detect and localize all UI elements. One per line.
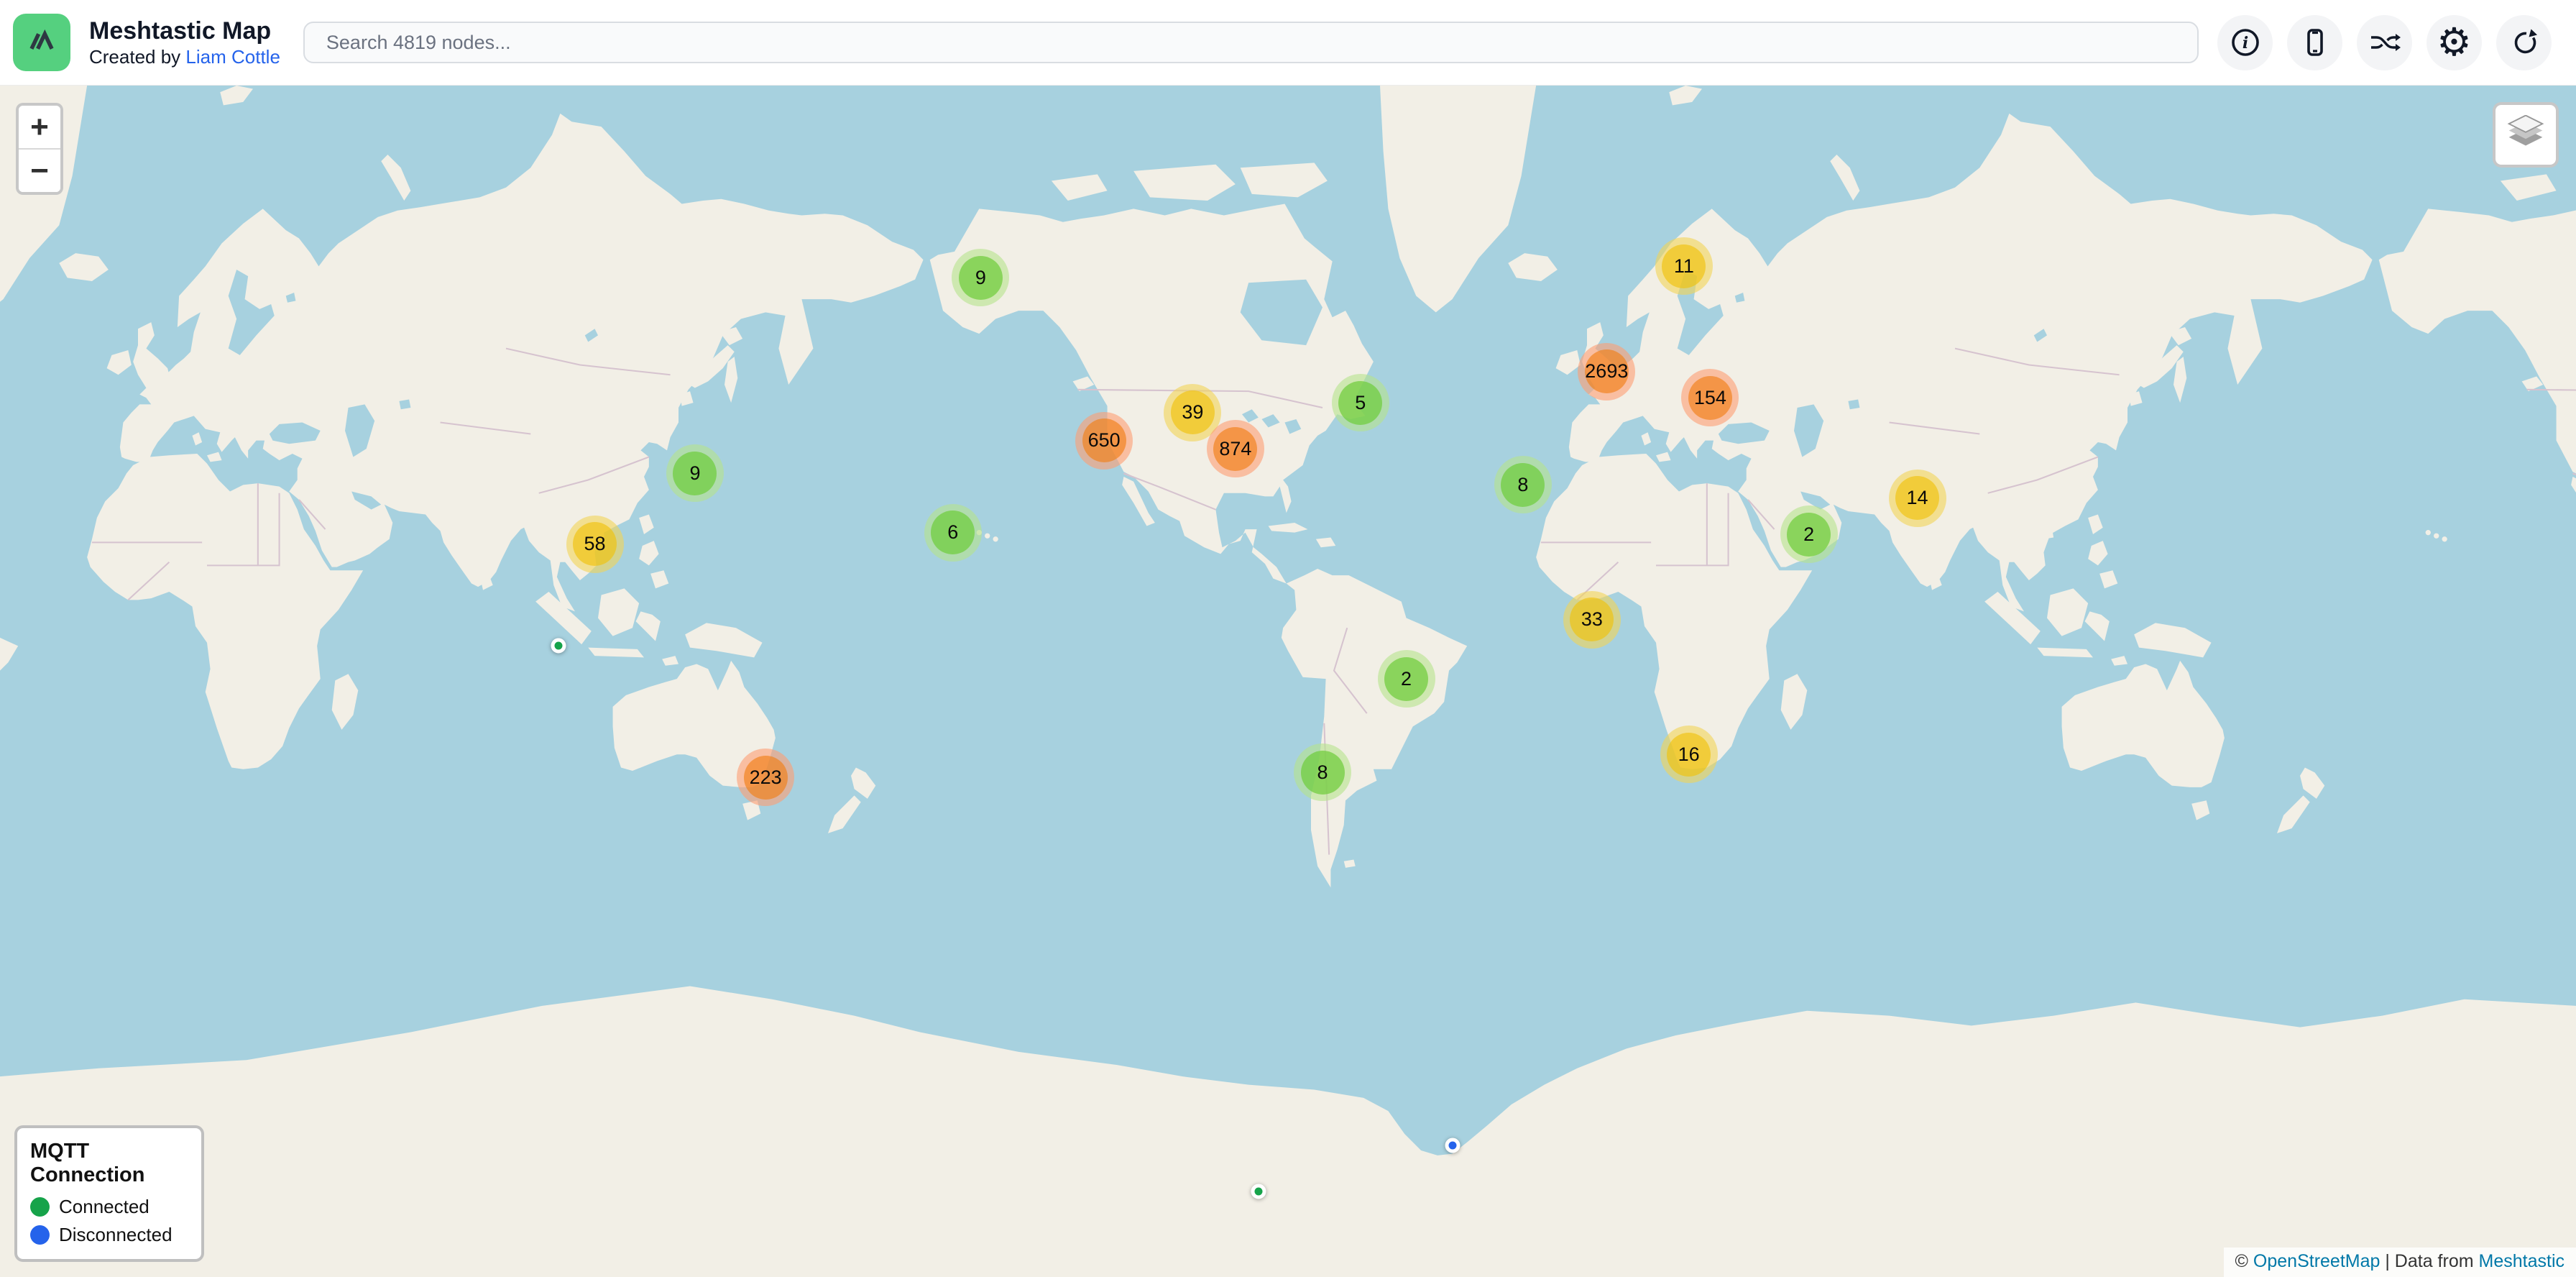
cluster-count: 2 [1384,657,1428,701]
cluster-count: 58 [573,522,617,566]
zoom-in-button[interactable]: + [19,106,60,148]
cluster-marker[interactable]: 11 [1655,237,1713,295]
byline: Created by Liam Cottle [89,45,280,68]
cluster-marker[interactable]: 6 [924,504,982,562]
settings-button[interactable]: ⚙ [2426,15,2482,70]
cluster-count: 9 [959,256,1003,300]
mqtt-legend: MQTT Connection Connected Disconnected [14,1125,204,1262]
cluster-count: 11 [1662,244,1706,288]
shuffle-icon [2368,25,2402,60]
cluster-marker[interactable]: 2 [1378,650,1435,708]
cluster-marker[interactable]: 14 [1889,470,1946,527]
byline-prefix: Created by [89,46,185,68]
header: Meshtastic Map Created by Liam Cottle i [0,0,2576,86]
meshtastic-zigzag-icon [23,22,60,63]
svg-text:i: i [2242,34,2248,52]
cluster-marker[interactable]: 5 [1332,374,1389,431]
random-node-button[interactable] [2357,15,2412,70]
smartphone-icon [2298,25,2332,60]
layers-icon [2506,115,2546,155]
page-title: Meshtastic Map [89,17,280,45]
cluster-count: 223 [744,756,788,800]
info-button[interactable]: i [2217,15,2273,70]
osm-link[interactable]: OpenStreetMap [2253,1251,2380,1271]
search-bar [303,22,2199,63]
cluster-count: 9 [673,452,717,495]
copyright-text: © [2235,1251,2253,1271]
cluster-count: 14 [1895,476,1939,520]
refresh-icon [2507,25,2542,60]
toolbar: i [2217,15,2552,70]
cluster-marker[interactable]: 9 [952,249,1009,306]
world-basemap [0,86,2576,1277]
settings-gear-icon: ⚙ [2437,23,2471,62]
legend-title: MQTT Connection [30,1140,188,1187]
cluster-marker[interactable]: 8 [1294,743,1351,801]
cluster-marker[interactable]: 16 [1660,726,1718,783]
cluster-count: 16 [1667,733,1711,777]
map-canvas[interactable]: 911269315439650874582149586332816223 + −… [0,86,2576,1277]
mobile-app-button[interactable] [2287,15,2342,70]
connected-dot-icon [30,1197,50,1217]
cluster-marker[interactable]: 8 [1494,456,1552,513]
cluster-marker[interactable]: 874 [1207,420,1264,477]
cluster-marker[interactable]: 9 [666,444,724,502]
cluster-marker[interactable]: 650 [1075,412,1133,470]
legend-label: Connected [59,1196,150,1218]
zoom-control: + − [16,103,63,195]
layers-control[interactable] [2493,102,2559,168]
search-input[interactable] [303,22,2199,63]
cluster-count: 154 [1688,376,1732,420]
cluster-marker[interactable]: 223 [737,749,794,806]
cluster-marker[interactable]: 2 [1780,505,1838,563]
cluster-count: 5 [1338,381,1382,425]
node-marker-disconnected[interactable] [1445,1138,1460,1153]
cluster-count: 2693 [1585,349,1629,393]
info-icon: i [2228,25,2263,60]
map-attribution: © OpenStreetMap | Data from Meshtastic [2224,1248,2576,1277]
legend-row-connected: Connected [30,1196,188,1218]
cluster-count: 650 [1082,418,1126,462]
cluster-marker[interactable]: 2693 [1578,343,1635,401]
cluster-count: 2 [1787,513,1831,557]
legend-row-disconnected: Disconnected [30,1224,188,1246]
meshtastic-logo [13,14,70,71]
cluster-count: 6 [931,511,975,554]
cluster-count: 33 [1570,598,1614,641]
cluster-count: 39 [1171,390,1215,434]
cluster-count: 8 [1501,463,1545,507]
disconnected-dot-icon [30,1225,50,1245]
node-marker-connected[interactable] [1251,1184,1266,1199]
node-marker-connected[interactable] [551,638,566,654]
meshtastic-link[interactable]: Meshtastic [2479,1251,2564,1271]
attribution-separator: | Data from [2380,1251,2478,1271]
cluster-count: 874 [1213,427,1257,471]
zoom-out-button[interactable]: − [19,150,60,192]
refresh-button[interactable] [2496,15,2552,70]
legend-label: Disconnected [59,1224,172,1246]
cluster-marker[interactable]: 58 [566,516,624,573]
cluster-marker[interactable]: 154 [1681,369,1739,426]
author-link[interactable]: Liam Cottle [185,46,280,68]
cluster-count: 8 [1301,751,1345,795]
cluster-marker[interactable]: 33 [1563,591,1621,649]
